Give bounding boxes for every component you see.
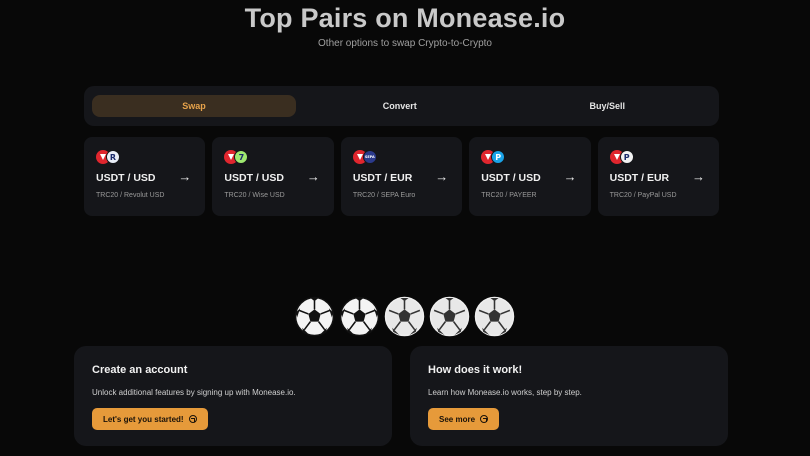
pair-card[interactable]: P USDT / USD → TRC20 / PAYEER	[469, 137, 591, 216]
pair-sub: TRC20 / Revolut USD	[96, 192, 165, 199]
pair-icons: R	[96, 150, 124, 164]
card-title: Create an account	[92, 364, 188, 376]
hero-title: Top Pairs on Monease.io	[244, 3, 566, 33]
pair-icons: 7	[224, 150, 252, 164]
pair-card[interactable]: 7 USDT / USD → TRC20 / Wise USD	[212, 137, 334, 216]
tab-buy-sell[interactable]: Buy/Sell	[504, 95, 712, 117]
pair-sub: TRC20 / Wise USD	[224, 192, 285, 199]
sepa-icon: SEPA	[362, 150, 377, 164]
button-label: See more	[439, 414, 476, 424]
see-more-button[interactable]: See more	[428, 408, 500, 430]
tab-swap[interactable]: Swap	[92, 95, 296, 117]
arrow-right-icon: →	[306, 169, 320, 184]
pair-icons: SEPA	[352, 150, 381, 164]
external-link-icon	[480, 415, 489, 423]
external-link-icon	[188, 415, 197, 423]
create-account-card: Create an account Unlock additional feat…	[74, 346, 392, 446]
pair-name: USDT / USD	[481, 172, 541, 184]
card-text: Learn how Monease.io works, step by step…	[428, 388, 582, 397]
pair-sub: TRC20 / PAYEER	[481, 192, 537, 199]
arrow-right-icon: →	[178, 169, 192, 184]
pair-card[interactable]: P USDT / EUR → TRC20 / PayPal USD	[597, 137, 720, 216]
card-title: How does it work!	[428, 364, 523, 376]
soccer-ball-icon	[339, 296, 380, 337]
pair-icons: P	[481, 150, 509, 164]
pair-card[interactable]: R USDT / USD → TRC20 / Revolut USD	[84, 137, 206, 216]
tab-convert[interactable]: Convert	[296, 95, 504, 117]
soccer-ball-icon	[294, 296, 335, 337]
soccer-ball-icon	[474, 296, 515, 337]
arrow-right-icon: →	[692, 169, 706, 184]
pair-name: USDT / USD	[96, 172, 156, 184]
revolut-icon: R	[106, 150, 120, 164]
loading-balls	[294, 296, 516, 338]
paypal-icon: P	[619, 150, 634, 164]
pair-name: USDT / EUR	[352, 172, 413, 184]
card-text: Unlock additional features by signing up…	[92, 388, 296, 397]
pair-icons: P	[609, 150, 638, 164]
button-label: Let's get you started!	[103, 414, 184, 424]
arrow-right-icon: →	[435, 169, 449, 184]
soccer-ball-icon	[429, 296, 470, 337]
payeer-icon: P	[491, 150, 506, 164]
pair-sub: TRC20 / SEPA Euro	[352, 192, 416, 199]
how-it-works-card: How does it work! Learn how Monease.io w…	[410, 346, 728, 446]
pair-name: USDT / USD	[224, 172, 284, 184]
swap-tabs: Swap Convert Buy/Sell	[84, 86, 719, 126]
get-started-button[interactable]: Let's get you started!	[92, 408, 208, 430]
arrow-right-icon: →	[563, 169, 577, 184]
wise-icon: 7	[234, 150, 249, 164]
soccer-ball-icon	[384, 296, 425, 337]
pairs-list: R USDT / USD → TRC20 / Revolut USD 7 USD…	[84, 137, 720, 216]
pair-card[interactable]: SEPA USDT / EUR → TRC20 / SEPA Euro	[340, 137, 463, 216]
pair-name: USDT / EUR	[609, 172, 670, 184]
hero-subtitle: Other options to swap Crypto-to-Crypto	[318, 38, 492, 49]
pair-sub: TRC20 / PayPal USD	[609, 192, 677, 199]
